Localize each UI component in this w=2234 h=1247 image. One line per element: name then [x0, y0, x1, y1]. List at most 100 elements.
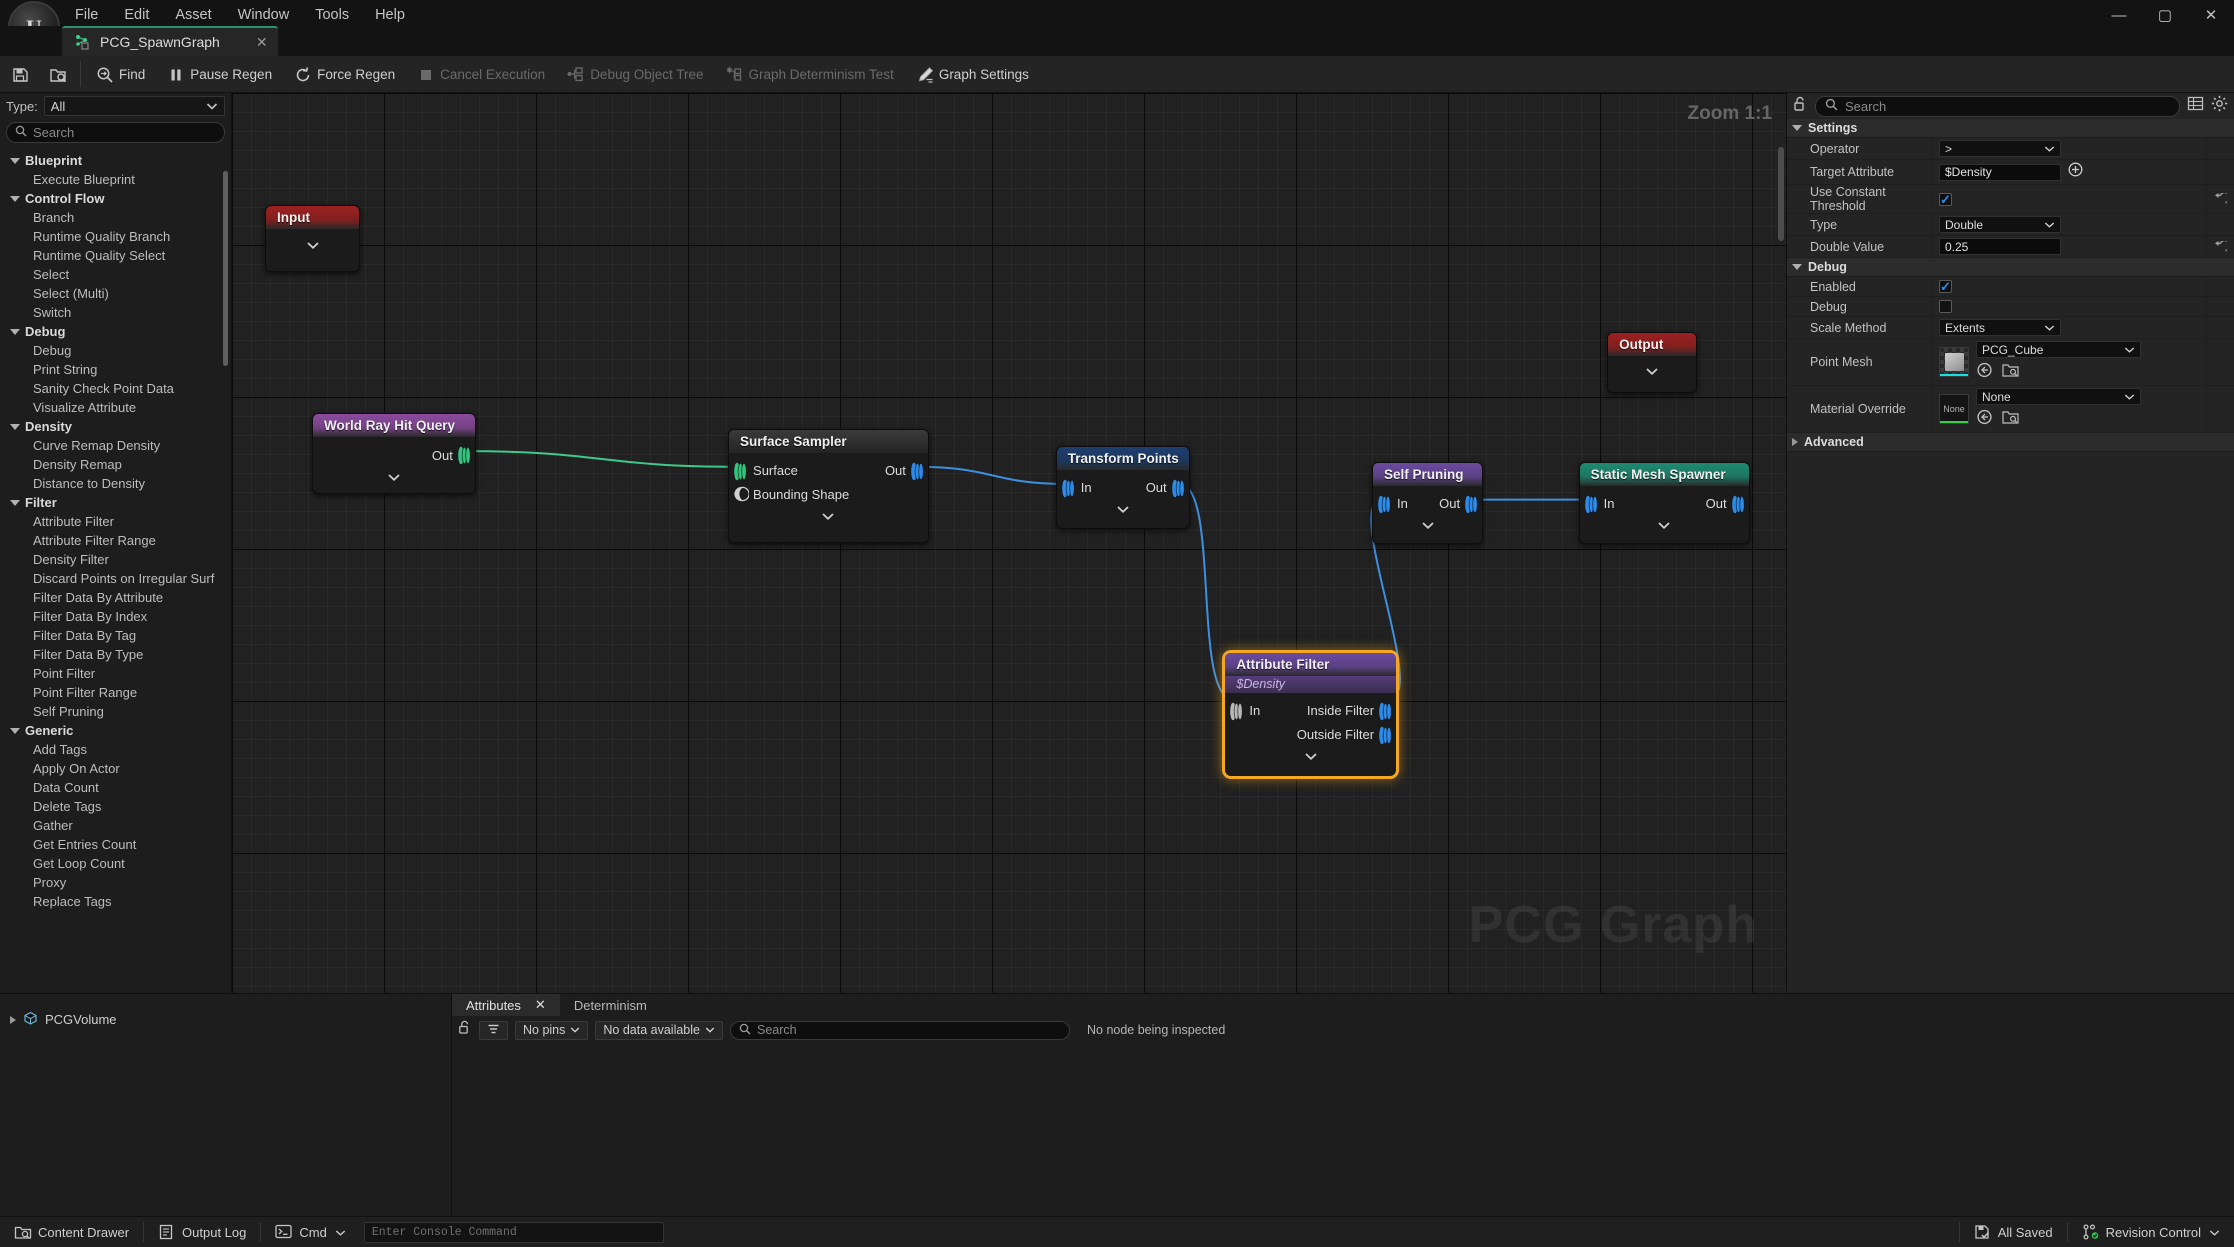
palette-item[interactable]: Replace Tags: [0, 892, 231, 911]
content-drawer-button[interactable]: Content Drawer: [0, 1217, 143, 1247]
palette-item[interactable]: Point Filter Range: [0, 683, 231, 702]
section-toggle-icon[interactable]: [1792, 264, 1802, 270]
palette-category-density[interactable]: Density: [0, 417, 231, 436]
gear-icon[interactable]: [2211, 95, 2228, 117]
palette-item[interactable]: Filter Data By Type: [0, 645, 231, 664]
input-pin[interactable]: [1378, 495, 1391, 519]
palette-item[interactable]: Proxy: [0, 873, 231, 892]
output-pin[interactable]: [1171, 479, 1185, 503]
palette-category-blueprint[interactable]: Blueprint: [0, 151, 231, 170]
palette-item[interactable]: Runtime Quality Select: [0, 246, 231, 265]
palette-item[interactable]: Gather: [0, 816, 231, 835]
input-pin[interactable]: [1584, 495, 1598, 519]
palette-item[interactable]: Delete Tags: [0, 797, 231, 816]
node-expand-chevron-icon[interactable]: [1580, 516, 1749, 536]
palette-category-filter[interactable]: Filter: [0, 493, 231, 512]
attributes-search-input[interactable]: Search: [730, 1020, 1070, 1040]
unlock-icon[interactable]: [1793, 96, 1808, 117]
find-button[interactable]: Find: [85, 59, 156, 89]
save-button[interactable]: [0, 59, 38, 89]
revision-control-button[interactable]: Revision Control: [2068, 1217, 2234, 1247]
node-expand-chevron-icon[interactable]: [313, 467, 475, 487]
use-selected-asset-icon[interactable]: [1976, 362, 1993, 383]
reset-to-default-button[interactable]: [2206, 236, 2234, 257]
node-expand-chevron-icon[interactable]: [266, 235, 359, 255]
output-pin[interactable]: [1379, 726, 1392, 750]
input-pin[interactable]: [1061, 479, 1075, 503]
output-pin[interactable]: [1465, 495, 1478, 519]
collapse-triangle-icon[interactable]: [10, 423, 20, 430]
details-section-settings[interactable]: Settings: [1787, 119, 2234, 138]
collapse-triangle-icon[interactable]: [10, 727, 20, 734]
node-expand-chevron-icon[interactable]: [1608, 362, 1696, 382]
data-dropdown[interactable]: No data available: [595, 1020, 723, 1040]
input-target-attribute[interactable]: $Density: [1939, 163, 2061, 181]
collapse-triangle-icon[interactable]: [10, 195, 20, 202]
palette-item[interactable]: Distance to Density: [0, 474, 231, 493]
palette-item[interactable]: Filter Data By Index: [0, 607, 231, 626]
cancel-execution-button[interactable]: Cancel Execution: [406, 59, 556, 89]
details-search-input[interactable]: Search: [1815, 95, 2180, 117]
node-expand-chevron-icon[interactable]: [1373, 516, 1482, 536]
palette-scrollbar[interactable]: [223, 171, 228, 366]
asset-picker-material-override[interactable]: None: [1976, 388, 2141, 405]
browse-content-button[interactable]: [38, 59, 76, 89]
palette-item[interactable]: Discard Points on Irregular Surf: [0, 569, 231, 588]
pins-dropdown[interactable]: No pins: [515, 1020, 589, 1040]
palette-item[interactable]: Get Entries Count: [0, 835, 231, 854]
asset-thumbnail[interactable]: None: [1939, 394, 1969, 424]
palette-category-generic[interactable]: Generic: [0, 721, 231, 740]
input-double-value[interactable]: 0.25: [1939, 238, 2061, 255]
expand-triangle-icon[interactable]: [10, 1015, 16, 1024]
debug-object-tree-button[interactable]: Debug Object Tree: [556, 59, 714, 89]
tab-determinism[interactable]: Determinism: [560, 994, 661, 1016]
graph-node-self_pruning[interactable]: Self Pruning In Out: [1372, 461, 1484, 545]
palette-category-debug[interactable]: Debug: [0, 322, 231, 341]
tab-attributes-close-icon[interactable]: ✕: [535, 997, 546, 1013]
all-saved-button[interactable]: All Saved: [1960, 1217, 2067, 1247]
output-pin[interactable]: [1731, 495, 1745, 519]
checkbox-debug[interactable]: [1939, 300, 1952, 313]
palette-item[interactable]: Select (Multi): [0, 284, 231, 303]
section-toggle-icon[interactable]: [1792, 438, 1798, 446]
graph-settings-button[interactable]: Graph Settings: [905, 59, 1040, 89]
palette-item[interactable]: Attribute Filter Range: [0, 531, 231, 550]
palette-search-input[interactable]: Search: [6, 122, 225, 143]
output-log-button[interactable]: Output Log: [144, 1217, 260, 1247]
tab-pcg-spawngraph[interactable]: PCG_SpawnGraph ✕: [62, 26, 278, 56]
collapse-triangle-icon[interactable]: [10, 328, 20, 335]
input-pin[interactable]: [734, 486, 750, 507]
graph-vertical-scrollbar[interactable]: [1778, 147, 1784, 241]
palette-item[interactable]: Debug: [0, 341, 231, 360]
palette-item[interactable]: Curve Remap Density: [0, 436, 231, 455]
force-regen-button[interactable]: Force Regen: [283, 59, 406, 89]
palette-item[interactable]: Filter Data By Attribute: [0, 588, 231, 607]
graph-node-world_ray_hit_query[interactable]: World Ray Hit Query Out: [312, 413, 476, 495]
node-expand-chevron-icon[interactable]: [1225, 747, 1396, 767]
graph-node-attribute_filter[interactable]: Attribute Filter $Density In Inside Filter…: [1222, 649, 1400, 780]
palette-item[interactable]: Select: [0, 265, 231, 284]
details-section-debug[interactable]: Debug: [1787, 258, 2234, 277]
tab-close-icon[interactable]: ✕: [256, 34, 268, 51]
palette-item[interactable]: Print String: [0, 360, 231, 379]
unlock-icon[interactable]: [458, 1020, 472, 1040]
palette-item[interactable]: Data Count: [0, 778, 231, 797]
graph-canvas[interactable]: Input World Ray Hit Query Out Surface Samp…: [232, 93, 1786, 993]
tab-attributes[interactable]: Attributes ✕: [452, 994, 560, 1016]
graph-node-input[interactable]: Input: [265, 205, 361, 273]
checkbox-use-constant-threshold[interactable]: [1939, 192, 1952, 206]
palette-category-control-flow[interactable]: Control Flow: [0, 189, 231, 208]
outliner-item-pcgvolume[interactable]: PCGVolume: [0, 1009, 451, 1030]
browse-asset-icon[interactable]: [2002, 409, 2019, 430]
palette-item[interactable]: Runtime Quality Branch: [0, 227, 231, 246]
palette-item[interactable]: Attribute Filter: [0, 512, 231, 531]
combo-scale-method[interactable]: Extents: [1939, 319, 2061, 336]
palette-item[interactable]: Execute Blueprint: [0, 170, 231, 189]
palette-item[interactable]: Add Tags: [0, 740, 231, 759]
palette-item[interactable]: Density Remap: [0, 455, 231, 474]
grid-view-icon[interactable]: [2187, 95, 2204, 117]
palette-item[interactable]: Self Pruning: [0, 702, 231, 721]
combo-operator[interactable]: >: [1939, 140, 2061, 157]
palette-item[interactable]: Get Loop Count: [0, 854, 231, 873]
section-toggle-icon[interactable]: [1792, 125, 1802, 131]
